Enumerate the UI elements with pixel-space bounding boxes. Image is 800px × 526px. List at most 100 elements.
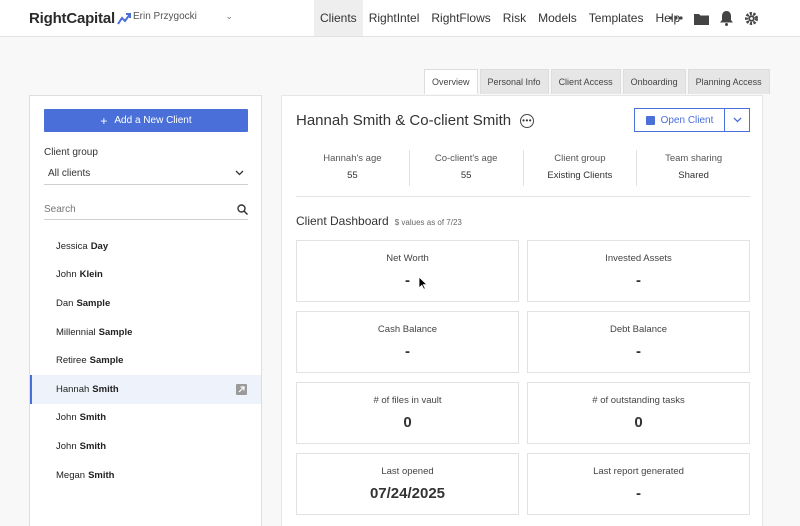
user-select[interactable]: Erin Przygocki ⌄ (133, 11, 233, 22)
nav-rightflows[interactable]: RightFlows (425, 0, 496, 36)
client-last-name: Day (90, 240, 109, 252)
stat-label: Co-client's age (434, 153, 498, 164)
card-invested-assets[interactable]: Invested Assets - (527, 240, 750, 302)
tab-personal-info[interactable]: Personal Info (479, 69, 549, 94)
logo[interactable]: RightCapital (29, 10, 131, 27)
bell-icon[interactable] (718, 9, 734, 27)
stat-value: 55 (460, 170, 472, 181)
stat-label: Hannah's age (323, 153, 382, 164)
card-debt-balance[interactable]: Debt Balance - (527, 311, 750, 373)
client-last-name: Sample (98, 326, 133, 338)
stat-value: Shared (678, 170, 709, 181)
more-options-icon[interactable]: ••• (520, 113, 535, 128)
card-label: Last report generated (593, 466, 684, 477)
card-value: - (636, 343, 641, 360)
card-last-opened[interactable]: Last opened 07/24/2025 (296, 453, 519, 515)
client-tabs: Overview Personal Info Client Access Onb… (422, 69, 770, 94)
card-value: - (405, 272, 410, 289)
client-first-name: John (56, 412, 77, 424)
card-last-report[interactable]: Last report generated - (527, 453, 750, 515)
client-group-label: Client group (44, 147, 98, 158)
dashboard-note: $ values as of 7/23 (394, 218, 462, 227)
card-label: Last opened (381, 466, 434, 477)
folder-icon[interactable] (693, 9, 709, 27)
stat-hannah-age: Hannah's age 55 (296, 150, 410, 186)
top-nav: RightCapital Erin Przygocki ⌄ Clients Ri… (0, 0, 800, 37)
client-list: Jessica Day John Klein Dan Sample Millennia… (30, 232, 261, 489)
client-first-name: Jessica (56, 240, 88, 252)
dashboard-header: Client Dashboard $ values as of 7/23 (296, 214, 462, 228)
dashboard-title: Client Dashboard (296, 214, 389, 228)
client-overview-panel: Hannah Smith & Co-client Smith ••• Open … (281, 95, 763, 526)
card-files-in-vault[interactable]: # of files in vault 0 (296, 382, 519, 444)
gear-icon[interactable] (743, 9, 759, 27)
card-label: # of outstanding tasks (592, 395, 685, 406)
nav-rightintel[interactable]: RightIntel (363, 0, 426, 36)
client-list-item[interactable]: Millennial Sample (30, 318, 261, 347)
client-list-item[interactable]: John Smith (30, 404, 261, 433)
main-nav: Clients RightIntel RightFlows Risk Model… (314, 0, 686, 36)
client-first-name: Millennial (56, 326, 96, 338)
search-icon[interactable] (237, 203, 248, 215)
client-first-name: Megan (56, 469, 86, 481)
client-group-value: All clients (48, 167, 91, 179)
client-name-header: Hannah Smith & Co-client Smith ••• (296, 112, 535, 129)
client-last-name: Smith (92, 383, 119, 395)
add-client-label: Add a New Client (114, 115, 192, 126)
client-list-item[interactable]: Jessica Day (30, 232, 261, 261)
client-first-name: Hannah (56, 383, 90, 395)
card-net-worth[interactable]: Net Worth - (296, 240, 519, 302)
nav-models[interactable]: Models (532, 0, 583, 36)
nav-risk[interactable]: Risk (497, 0, 532, 36)
card-value: - (636, 272, 641, 289)
card-value: 0 (403, 414, 412, 431)
card-value: 07/24/2025 (369, 485, 446, 502)
open-client-button[interactable]: Open Client (635, 109, 725, 131)
client-first-name: Dan (56, 297, 74, 309)
plus-icon: + (100, 113, 108, 128)
open-client-icon (645, 115, 655, 125)
client-group-select[interactable]: All clients (44, 162, 248, 185)
client-list-item[interactable]: Dan Sample (30, 289, 261, 318)
card-label: # of files in vault (373, 395, 442, 406)
client-first-name: Retiree (56, 355, 87, 367)
stat-label: Client group (554, 153, 606, 164)
stat-client-group: Client group Existing Clients (524, 150, 638, 186)
logo-text: RightCapital (29, 10, 115, 27)
more-icon[interactable] (668, 9, 684, 27)
client-last-name: Smith (88, 469, 115, 481)
client-list-item[interactable]: Retiree Sample (30, 346, 261, 375)
client-list-item[interactable]: John Klein (30, 261, 261, 290)
tab-planning-access[interactable]: Planning Access (687, 69, 770, 94)
client-last-name: Klein (79, 269, 103, 281)
card-cash-balance[interactable]: Cash Balance - (296, 311, 519, 373)
card-label: Net Worth (386, 253, 429, 264)
client-list-item[interactable]: John Smith (30, 432, 261, 461)
card-outstanding-tasks[interactable]: # of outstanding tasks 0 (527, 382, 750, 444)
search-input[interactable] (44, 203, 214, 215)
open-client-button-group: Open Client (634, 108, 750, 132)
open-client-dropdown[interactable] (725, 109, 749, 131)
card-value: - (636, 485, 641, 502)
client-list-item-selected[interactable]: Hannah Smith (30, 374, 261, 404)
open-external-icon[interactable] (236, 383, 247, 395)
tab-onboarding[interactable]: Onboarding (622, 69, 686, 94)
client-stats: Hannah's age 55 Co-client's age 55 Client … (296, 150, 750, 186)
client-search (44, 199, 248, 220)
chevron-down-icon (733, 117, 741, 123)
nav-icons (668, 9, 768, 27)
client-list-item[interactable]: Megan Smith (30, 461, 261, 490)
card-label: Invested Assets (605, 253, 672, 264)
client-last-name: Sample (89, 355, 124, 367)
tab-client-access[interactable]: Client Access (550, 69, 621, 94)
open-client-label: Open Client (660, 114, 714, 126)
client-last-name: Sample (76, 297, 111, 309)
client-first-name: John (56, 440, 77, 452)
tab-overview[interactable]: Overview (424, 69, 478, 94)
nav-templates[interactable]: Templates (583, 0, 650, 36)
mouse-cursor-icon (418, 276, 428, 290)
nav-clients[interactable]: Clients (314, 0, 363, 36)
logo-arrow-icon (117, 12, 131, 25)
client-last-name: Smith (79, 440, 106, 452)
add-client-button[interactable]: + Add a New Client (44, 109, 248, 132)
